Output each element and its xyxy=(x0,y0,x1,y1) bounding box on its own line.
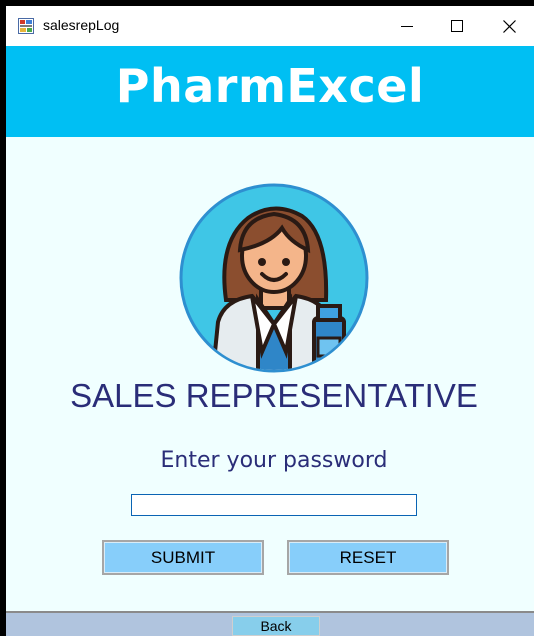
submit-button[interactable]: SUBMIT xyxy=(102,540,264,575)
back-button[interactable]: Back xyxy=(232,616,320,636)
password-label: Enter your password xyxy=(160,448,388,473)
close-icon xyxy=(502,19,516,33)
password-input[interactable] xyxy=(131,494,417,516)
app-icon xyxy=(18,18,34,34)
title-bar[interactable]: salesrepLog xyxy=(6,6,534,46)
maximize-icon xyxy=(451,20,463,32)
minimize-button[interactable] xyxy=(382,6,432,46)
minimize-icon xyxy=(401,26,413,27)
login-window: salesrepLog PharmExcel SALES REPRESENTAT… xyxy=(0,0,534,636)
maximize-button[interactable] xyxy=(432,6,482,46)
pharmacist-avatar xyxy=(178,182,370,374)
role-title: SALES REPRESENTATIVE xyxy=(70,377,478,414)
window-title: salesrepLog xyxy=(43,17,120,33)
app-brand-title: PharmExcel xyxy=(115,59,425,113)
reset-button[interactable]: RESET xyxy=(287,540,449,575)
header-banner: PharmExcel xyxy=(6,46,534,137)
login-panel: SALES REPRESENTATIVE Enter your password… xyxy=(6,137,534,611)
close-button[interactable] xyxy=(484,6,534,46)
footer-strip: Back xyxy=(6,611,534,636)
